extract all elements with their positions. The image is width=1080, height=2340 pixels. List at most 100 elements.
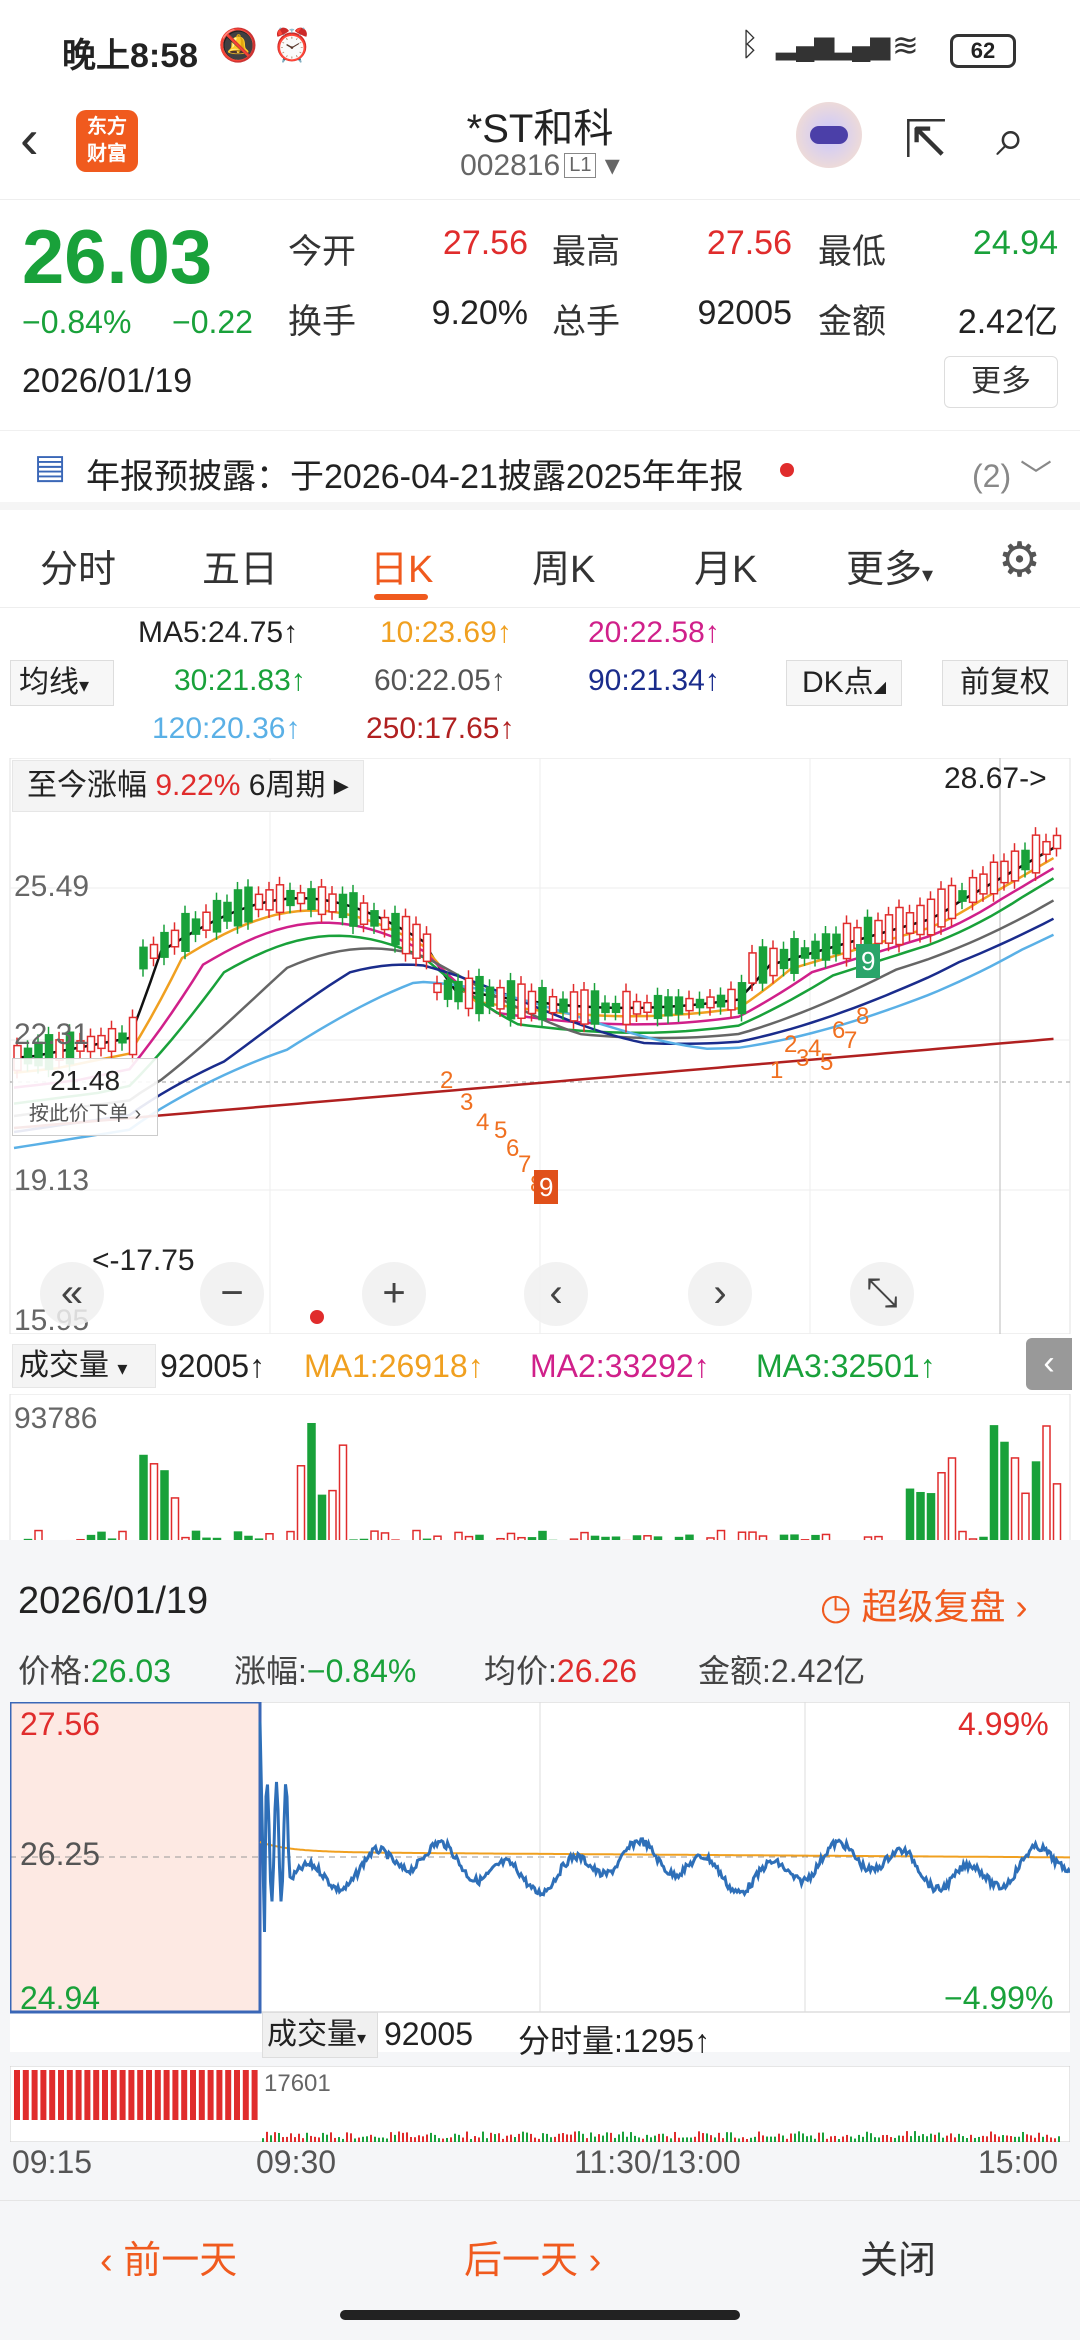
next-day-button[interactable]: 后一天 › — [464, 2229, 601, 2284]
intraday-volume-bar — [266, 2131, 268, 2142]
intraday-volume-bar — [442, 2138, 444, 2142]
volume-select[interactable]: 成交量 ▾ — [12, 1344, 156, 1388]
intraday-volume-bar — [290, 2133, 292, 2142]
auction-volume-bar — [128, 2070, 135, 2120]
volume-bar — [317, 1494, 327, 1544]
price-order-marker[interactable]: 21.48 按此价下单 › — [12, 1058, 158, 1136]
max-price-label: 28.67-> — [944, 762, 1047, 795]
intraday-volume-bar — [466, 2131, 468, 2142]
intraday-chart[interactable] — [10, 1702, 1070, 2052]
candle — [181, 905, 190, 960]
intraday-volume-bar — [494, 2134, 496, 2142]
tick-volume-text: 分时量:1295 — [518, 2023, 695, 2059]
intraday-volume-bar — [418, 2135, 420, 2142]
auction-volume-bar — [234, 2070, 240, 2120]
range-period: 6周期 — [248, 769, 326, 802]
notice-bar[interactable]: ▤ 年报预披露：于2026-04-21披露2025年年报 (2) ﹀ — [0, 430, 1080, 510]
low-value: 24.94 — [972, 224, 1058, 262]
fullscreen-button[interactable]: ⤡ — [850, 1262, 914, 1326]
intraday-volume-bar — [382, 2137, 384, 2142]
intraday-volume-bar — [746, 2138, 748, 2142]
zoom-in-button[interactable]: + — [362, 1262, 426, 1326]
intraday-volume-bar — [890, 2137, 892, 2142]
chevron-down-icon: ﹀ — [1020, 458, 1053, 494]
ai-robot-icon[interactable] — [796, 102, 862, 168]
open-value: 27.56 — [442, 224, 528, 262]
ma30-text: 30:21.83 — [174, 664, 291, 697]
replay-date: 2026/01/19 — [18, 1580, 209, 1622]
intraday-volume-bar — [302, 2138, 304, 2142]
marker-sub: 按此价下单 › — [28, 1103, 142, 1125]
intraday-volume-bar — [698, 2131, 700, 2142]
tab-five-day[interactable]: 五日 — [202, 538, 278, 593]
ma60-value: 60:22.05↑ — [374, 664, 506, 697]
scroll-right-button[interactable]: › — [688, 1262, 752, 1326]
tab-more[interactable]: 更多▾ — [846, 538, 933, 593]
auction-volume-bar — [14, 2070, 20, 2120]
scroll-left-fast-button[interactable]: « — [40, 1262, 104, 1326]
svg-text:8: 8 — [856, 1003, 869, 1030]
intraday-volume-bar — [702, 2133, 704, 2142]
svg-text:4: 4 — [476, 1109, 489, 1136]
close-button[interactable]: 关闭 — [860, 2229, 936, 2284]
vol-ma2-text: MA2:33292 — [530, 1348, 694, 1384]
tab-monthly-k[interactable]: 月K — [694, 538, 757, 593]
intraday-volume-bar — [546, 2133, 548, 2142]
intraday-volume-bar — [778, 2133, 780, 2142]
intraday-volume-bar — [470, 2138, 472, 2142]
intraday-volume-bar — [570, 2134, 572, 2142]
intraday-volume-bar — [342, 2138, 344, 2142]
ma-select[interactable]: 均线▾ — [10, 660, 114, 706]
search-icon[interactable]: ⌕ — [996, 108, 1025, 169]
collapse-panel-button[interactable]: ‹ — [1026, 1338, 1072, 1390]
auction-volume-bar — [119, 2070, 126, 2120]
intraday-volume-bar — [618, 2134, 620, 2142]
intraday-volume-bar — [754, 2136, 756, 2142]
intraday-volume-bar — [894, 2137, 896, 2142]
change-value: −0.22 — [172, 304, 253, 340]
intraday-volume-select[interactable]: 成交量▾ — [262, 2012, 378, 2058]
tab-weekly-k[interactable]: 周K — [532, 538, 595, 593]
intraday-volume-bar — [314, 2136, 316, 2142]
intraday-volume-bar — [846, 2134, 848, 2142]
intraday-volume-bar — [590, 2132, 592, 2142]
range-change-badge[interactable]: 至今涨幅 9.22% 6周期 ▸ — [12, 760, 364, 812]
intraday-up-pct: 4.99% — [958, 1706, 1049, 1742]
adjust-button[interactable]: 前复权 — [942, 660, 1068, 706]
intraday-volume-bar — [334, 2137, 336, 2142]
super-replay-link[interactable]: ◷ 超级复盘 › — [820, 1578, 1027, 1630]
scroll-left-button[interactable]: ‹ — [524, 1262, 588, 1326]
auction-volume-bar — [163, 2070, 170, 2120]
auction-volume-bar — [110, 2070, 117, 2120]
document-icon: ▤ — [34, 448, 67, 486]
intraday-volume-bar — [830, 2136, 832, 2142]
vol-ma2: MA2:33292↑ — [530, 1348, 710, 1384]
intraday-volume-bar — [326, 2134, 328, 2142]
tab-intraday[interactable]: 分时 — [40, 538, 116, 593]
intraday-volume-bar — [822, 2132, 824, 2142]
auction-volume-bar — [190, 2070, 196, 2120]
gear-icon[interactable]: ⚙ — [998, 532, 1041, 588]
share-icon[interactable]: ⇱ — [904, 110, 948, 170]
signal-1-icon: ▂▄▆ — [776, 30, 835, 60]
intraday-volume-bar — [958, 2133, 960, 2142]
intraday-volume-bar — [970, 2134, 972, 2142]
intraday-volume-bar — [670, 2138, 672, 2142]
tab-daily-k[interactable]: 日K — [370, 538, 433, 593]
intraday-volume-bar — [782, 2135, 784, 2142]
dk-point-button[interactable]: DK点◢ — [786, 660, 902, 706]
volume-bar — [149, 1463, 159, 1544]
auction-volume-bar — [40, 2070, 47, 2120]
intraday-volume-bar — [498, 2133, 500, 2142]
intraday-volume-bar — [678, 2137, 680, 2142]
intraday-volume-bar — [694, 2136, 696, 2142]
svg-text:7: 7 — [844, 1027, 857, 1054]
intraday-volume-bar — [946, 2135, 948, 2142]
zoom-out-button[interactable]: − — [200, 1262, 264, 1326]
more-button[interactable]: 更多 — [944, 356, 1058, 408]
intraday-volume-bar — [1022, 2131, 1024, 2142]
intraday-volume-bar — [882, 2135, 884, 2142]
candle — [895, 899, 904, 953]
alarm-icon: ⏰ — [272, 27, 312, 63]
prev-day-button[interactable]: ‹ 前一天 — [100, 2229, 237, 2284]
